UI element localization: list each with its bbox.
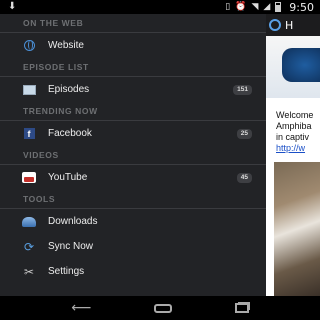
drawer-item-label: Website <box>48 40 84 51</box>
download-icon: ⬇ <box>8 1 17 12</box>
downloads-icon <box>22 216 36 227</box>
episodes-icon <box>22 84 36 95</box>
drawer-item-label: Settings <box>48 266 85 277</box>
drawer-item-label: Sync Now <box>48 241 94 252</box>
section-header-tools: TOOLS <box>0 190 266 209</box>
drawer-item-label: Episodes <box>48 84 90 95</box>
count-badge: 45 <box>236 173 252 183</box>
alarm-icon: ⏰ <box>235 2 247 12</box>
content-photo <box>274 162 320 296</box>
banner-image <box>266 36 320 98</box>
wifi-icon: ◥ <box>251 2 259 12</box>
recent-apps-icon[interactable] <box>234 303 249 313</box>
drawer-item-episodes[interactable]: Episodes 151 <box>0 77 266 102</box>
drawer-item-settings[interactable]: ✂ Settings <box>0 259 266 284</box>
action-bar: H <box>266 14 320 36</box>
drawer-item-sync-now[interactable]: ⟳ Sync Now <box>0 234 266 259</box>
section-header-episode-list: EPISODE LIST <box>0 58 266 77</box>
vibrate-icon: ▯ <box>225 2 231 12</box>
section-header-on-the-web: ON THE WEB <box>0 14 266 33</box>
drawer-item-website[interactable]: Website <box>0 33 266 58</box>
action-bar-title: H <box>285 18 294 32</box>
battery-icon <box>275 2 282 12</box>
count-badge: 25 <box>236 129 252 139</box>
content-link[interactable]: http://w <box>276 143 320 154</box>
youtube-icon <box>22 172 36 183</box>
system-nav-bar: ⟵ <box>0 296 320 320</box>
back-icon[interactable]: ⟵ <box>71 300 91 316</box>
globe-icon <box>23 40 35 51</box>
main-content-peek[interactable]: H Welcome Amphiba in captiv http://w <box>266 14 320 296</box>
settings-icon: ✂ <box>23 264 35 279</box>
signal-icon: ◢ <box>263 2 271 12</box>
home-icon[interactable] <box>154 303 173 313</box>
app-logo-icon <box>269 19 281 31</box>
facebook-icon: f <box>23 128 35 139</box>
drawer-item-label: YouTube <box>48 172 88 183</box>
navigation-drawer: ON THE WEB Website EPISODE LIST Episodes… <box>0 14 266 296</box>
clock: 9:50 <box>289 0 314 14</box>
drawer-item-facebook[interactable]: f Facebook 25 <box>0 121 266 146</box>
sync-icon: ⟳ <box>23 239 35 254</box>
count-badge: 151 <box>233 85 252 95</box>
status-icons: ▯ ⏰ ◥ ◢ 9:50 <box>225 0 314 14</box>
section-header-videos: VIDEOS <box>0 146 266 165</box>
drawer-item-label: Downloads <box>48 216 98 227</box>
welcome-text: Welcome Amphiba in captiv http://w <box>266 98 320 154</box>
drawer-item-label: Facebook <box>48 128 92 139</box>
drawer-item-downloads[interactable]: Downloads <box>0 209 266 234</box>
section-header-trending-now: TRENDING NOW <box>0 102 266 121</box>
status-bar: ⬇ ▯ ⏰ ◥ ◢ 9:50 <box>0 0 320 14</box>
drawer-item-youtube[interactable]: YouTube 45 <box>0 165 266 190</box>
